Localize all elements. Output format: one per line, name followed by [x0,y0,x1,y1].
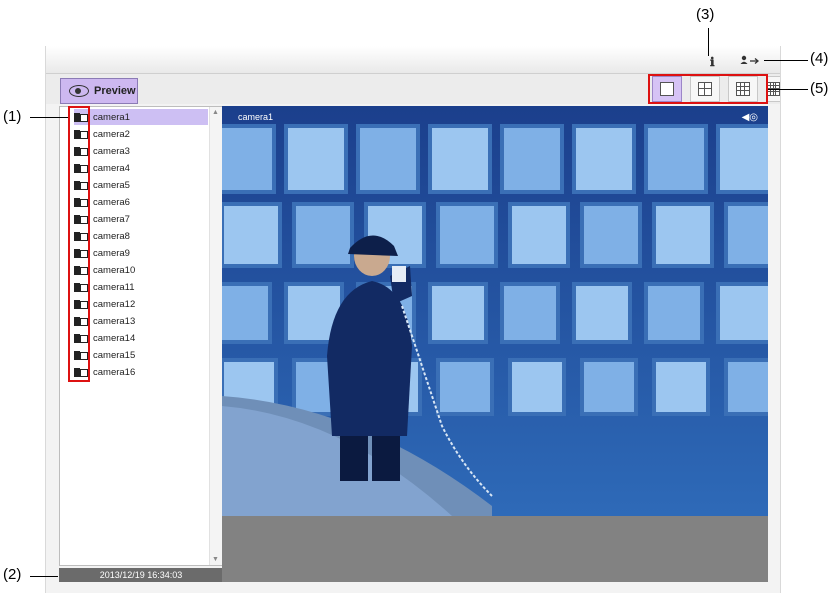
callout-line-5 [768,89,808,90]
camera-list-item[interactable]: camera11 [74,279,208,295]
camera-list-item[interactable]: camera13 [74,313,208,329]
camera-list-item-label: camera14 [93,332,136,344]
camera-list-item-label: camera3 [93,145,130,157]
camera-list-item[interactable]: camera4 [74,160,208,176]
camera-list-scrollbar[interactable]: ▲ ▼ [209,107,222,565]
app-window: ℹ Preview ▲ ▼ camera1 camera2 camera3 ca… [45,46,781,593]
camera-list-item-label: camera12 [93,298,136,310]
camera-list-item[interactable]: camera1 [74,109,208,125]
camera-list-item-label: camera8 [93,230,130,242]
camera-list-item-label: camera9 [93,247,130,259]
eye-icon [69,85,89,97]
callout-line-1 [30,117,68,118]
camera-list-item[interactable]: camera14 [74,330,208,346]
camera-list-item[interactable]: camera15 [74,347,208,363]
scroll-up-icon[interactable]: ▲ [212,109,219,116]
callout-line-4 [764,60,808,61]
speaker-icon[interactable]: ◀◎ [742,112,758,123]
video-view[interactable]: camera1 ◀◎ [222,106,768,516]
callout-label-4: (4) [810,50,829,67]
preview-button[interactable]: Preview [60,78,138,104]
callout-box-layouts [648,74,768,104]
callout-label-5: (5) [810,80,829,97]
camera-list-item[interactable]: camera5 [74,177,208,193]
camera-list-item-label: camera13 [93,315,136,327]
camera-list-item[interactable]: camera7 [74,211,208,227]
callout-box-camera-list [68,106,90,382]
title-bar [46,46,780,74]
camera-list-item-label: camera1 [93,111,130,123]
camera-list-item[interactable]: camera2 [74,126,208,142]
video-frame-image [222,106,768,516]
camera-list-item-label: camera11 [93,281,135,293]
callout-line-3 [708,28,709,56]
status-datetime: 2013/12/19 16:34:03 [59,568,223,582]
camera-list-item-label: camera6 [93,196,130,208]
preview-label: Preview [94,85,136,97]
callout-label-3: (3) [696,6,715,23]
camera-list-item[interactable]: camera12 [74,296,208,312]
callout-line-2 [30,576,58,577]
camera-list-item-label: camera5 [93,179,130,191]
camera-list-item[interactable]: camera16 [74,364,208,380]
callout-label-1: (1) [3,108,22,125]
info-icon[interactable]: ℹ [710,55,715,69]
camera-list-item-label: camera16 [93,366,136,378]
camera-list-item[interactable]: camera3 [74,143,208,159]
camera-list-item[interactable]: camera8 [74,228,208,244]
camera-list-item-label: camera4 [93,162,130,174]
logout-icon[interactable] [740,55,760,68]
camera-list-item[interactable]: camera10 [74,262,208,278]
camera-list-item-label: camera10 [93,264,136,276]
camera-list-item[interactable]: camera9 [74,245,208,261]
camera-list-item-label: camera7 [93,213,130,225]
camera-list-item-label: camera15 [93,349,136,361]
video-camera-label: camera1 [238,112,274,122]
camera-list-item[interactable]: camera6 [74,194,208,210]
callout-label-2: (2) [3,566,22,583]
camera-list-item-label: camera2 [93,128,130,140]
scroll-down-icon[interactable]: ▼ [212,556,219,563]
video-empty-area [222,516,768,582]
